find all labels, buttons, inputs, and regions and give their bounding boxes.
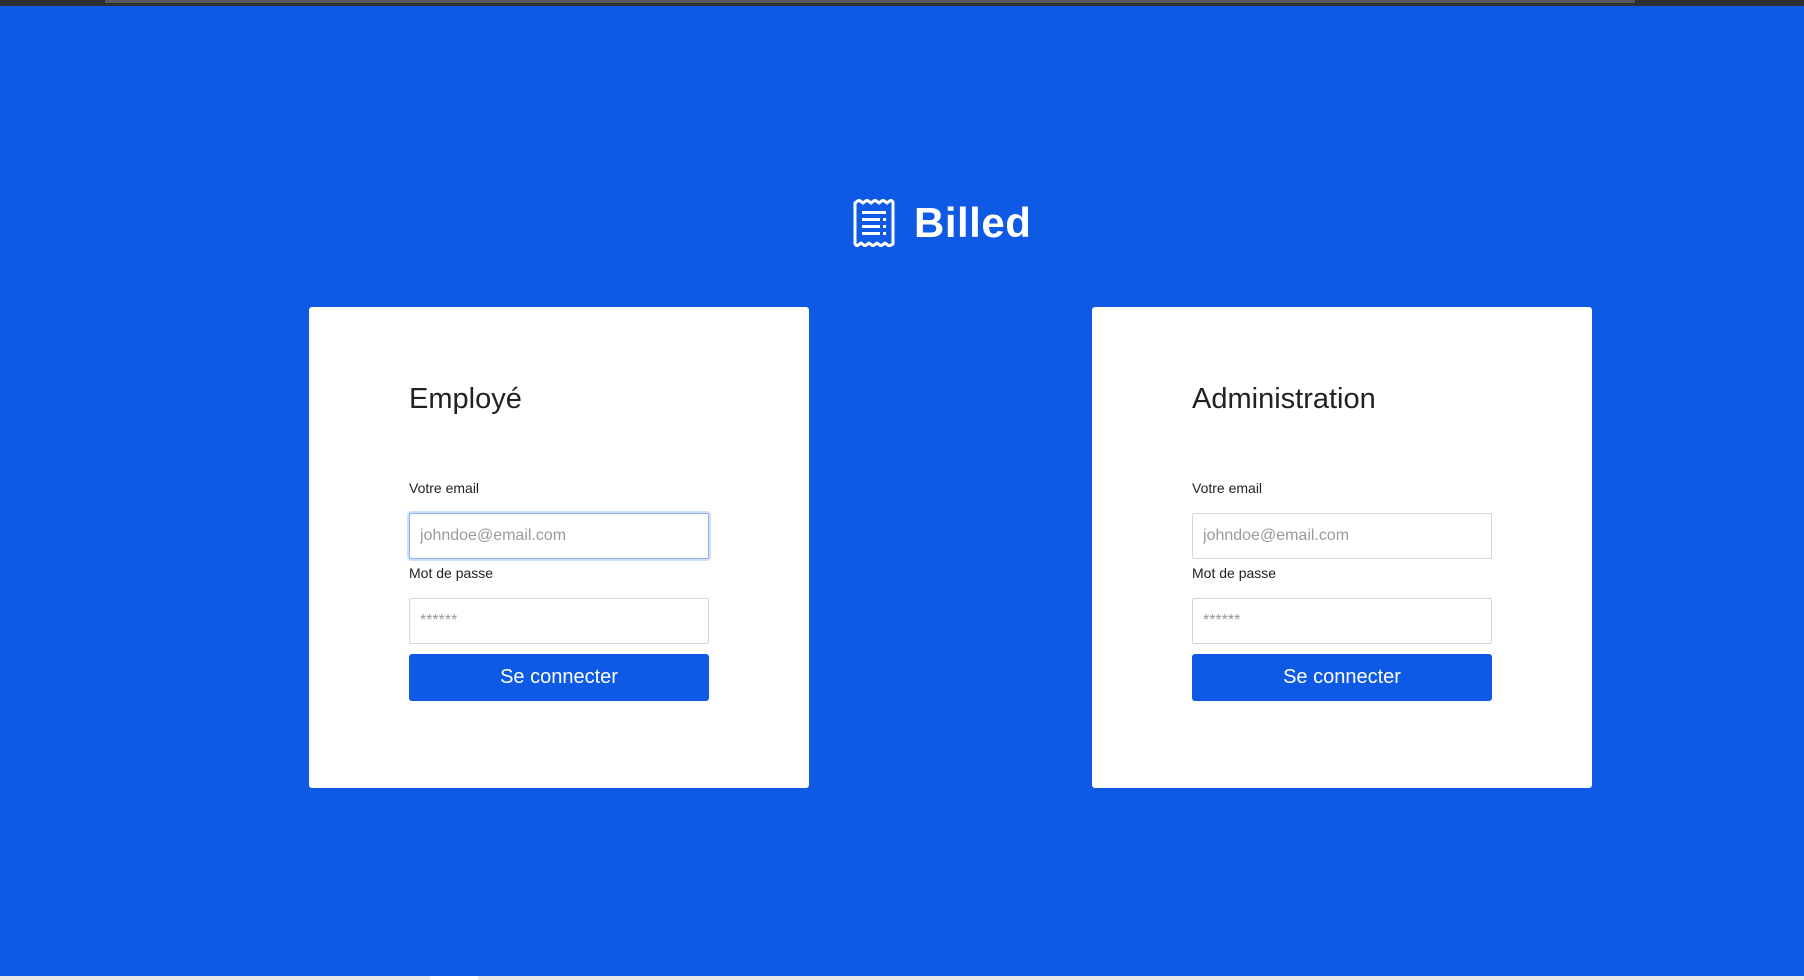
employee-password-label: Mot de passe: [409, 565, 494, 581]
admin-login-button[interactable]: Se connecter: [1192, 654, 1492, 701]
employee-password-input[interactable]: [409, 598, 709, 644]
app-title: Billed: [914, 199, 1032, 246]
employee-login-button[interactable]: Se connecter: [409, 654, 709, 701]
bottom-scrollbar-thumb: [430, 976, 478, 980]
employee-login-card: Employé Votre email Mot de passe Se conn…: [309, 307, 809, 788]
bottom-scrollbar-strip: [0, 976, 1804, 980]
employee-form-title: Employé: [409, 383, 522, 415]
admin-password-label: Mot de passe: [1192, 565, 1277, 581]
browser-top-strip: [0, 0, 1804, 6]
admin-form-title: Administration: [1192, 383, 1376, 415]
employee-email-input[interactable]: [409, 513, 709, 559]
brand-header: Billed: [852, 195, 1031, 251]
admin-email-label: Votre email: [1192, 480, 1263, 496]
employee-email-label: Votre email: [409, 480, 480, 496]
admin-login-card: Administration Votre email Mot de passe …: [1092, 307, 1592, 788]
admin-password-input[interactable]: [1192, 598, 1492, 644]
browser-top-strip-highlight: [105, 0, 1635, 3]
admin-email-input[interactable]: [1192, 513, 1492, 559]
receipt-icon: [853, 199, 895, 247]
